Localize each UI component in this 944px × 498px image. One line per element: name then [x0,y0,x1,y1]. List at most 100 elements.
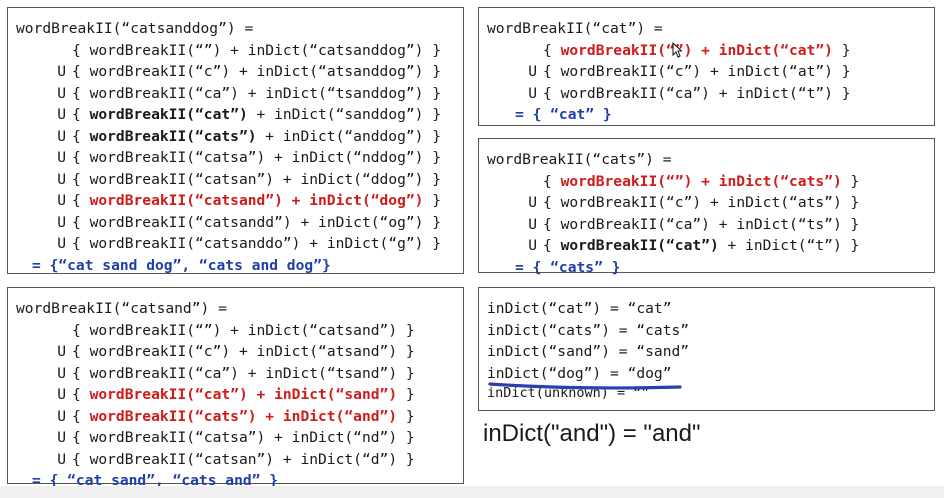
term-line: { wordBreakII(“”) + inDict(“cat”) } [543,41,851,59]
term-line: U{ wordBreakII(“cat”) + inDict(“sanddog”… [16,104,455,126]
result-line: = {“cat sand dog”, “cats and dog”} [32,256,331,274]
term-line: U{ wordBreakII(“catsa”) + inDict(“nd”) } [16,427,455,449]
recursive-call: wordBreakII(“catsa”) [89,149,266,166]
plus-operator: + [701,194,728,211]
dict-lookup: inDict(“cat”) [718,41,833,59]
recursive-call: wordBreakII(“cat”) [89,386,248,403]
result-line: = { “cats” } [515,258,621,276]
mouse-cursor-icon [672,42,682,58]
union-symbol: U [57,149,66,166]
dict-line: inDict(“cats”) = “cats” [487,321,690,339]
recursive-call: wordBreakII(“cat”) [560,237,719,254]
dict-lookup: inDict(“anddog”) [282,127,424,145]
dict-lookup: inDict(“nddog”) [291,149,424,166]
term-line: U{ wordBreakII(“catsand”) + inDict(“dog”… [16,190,455,212]
dict-lookup: inDict(“sand”) [274,386,398,403]
dict-lookup: inDict(“catsanddog”) [247,41,424,59]
union-symbol: U [57,63,66,80]
dict-lookup: inDict(“at”) [727,63,833,80]
plus-operator: + [282,192,310,209]
union-symbol: U [57,213,66,231]
union-symbol: U [528,84,537,102]
dict-lookup: inDict(“d”) [300,450,398,468]
plus-operator: + [265,149,292,166]
dict-lookup: inDict(“dog”) [309,192,424,209]
result-line: = { “cat” } [515,106,612,123]
term-list: { wordBreakII(“”) + inDict(“catsanddog”)… [16,40,455,255]
term-line: U{ wordBreakII(“catsa”) + inDict(“nddog”… [16,147,455,169]
dict-lookup: inDict(“atsand”) [256,343,398,360]
term-line: U{ wordBreakII(“ca”) + inDict(“t”) } [487,83,926,105]
recursive-call: wordBreakII(“ca”) [560,84,710,102]
recursive-call: wordBreakII(“catsanddo”) [89,235,301,252]
term-line: U{ wordBreakII(“c”) + inDict(“at”) } [487,61,926,83]
dict-lookup: inDict(“ats”) [727,194,842,211]
recursive-call: wordBreakII(“cats”) [89,127,257,145]
plus-operator: + [230,63,257,80]
recursive-call: wordBreakII(“catsan”) [89,170,275,188]
dict-lookup: inDict(“tsanddog”) [265,84,424,102]
union-symbol: U [57,170,66,188]
term-line: { wordBreakII(“”) + inDict(“catsanddog”)… [72,41,442,59]
term-line: U{ wordBreakII(“cats”) + inDict(“and”) } [16,406,455,428]
union-symbol: U [57,386,66,403]
annotation-note: inDict("and") = "and" [483,420,701,447]
dict-lookup: inDict(“t”) [736,84,833,102]
plus-operator: + [692,172,719,190]
recursive-call: wordBreakII(“c”) [89,343,231,360]
term-line: U{ wordBreakII(“c”) + inDict(“atsand”) } [16,341,455,363]
plus-operator: + [692,41,719,59]
union-symbol: U [57,235,66,252]
panel-header: wordBreakII(“catsand”) = [16,300,227,317]
union-symbol: U [57,127,66,145]
recursive-call: wordBreakII(“”) [89,41,222,59]
recursive-call: wordBreakII(“cats”) [89,407,257,425]
dict-lookup: inDict(“ts”) [736,215,842,233]
dict-lookup: inDict(“atsanddog”) [256,63,424,80]
dict-lookup: inDict(“og”) [318,213,424,231]
union-symbol: U [528,63,537,80]
union-symbol: U [57,450,66,468]
plus-operator: + [709,84,737,102]
panel-catsand: wordBreakII(“catsand”) = { wordBreakII(“… [7,287,464,489]
recursive-call: wordBreakII(“c”) [89,63,231,80]
panel-cat: wordBreakII(“cat”) = { wordBreakII(“”) +… [478,7,935,126]
term-line: U{ wordBreakII(“cats”) + inDict(“anddog”… [16,126,455,148]
plus-operator: + [274,450,301,468]
union-symbol: U [57,429,66,446]
strike-through-mark [488,382,682,390]
panel-header: wordBreakII(“cat”) = [487,20,663,37]
recursive-call: wordBreakII(“”) [560,172,693,190]
term-line: U{ wordBreakII(“catsan”) + inDict(“ddog”… [16,169,455,191]
plus-operator: + [256,127,283,145]
dict-lookup: inDict(“t”) [745,237,842,254]
plus-operator: + [247,106,275,123]
term-line: U{ wordBreakII(“ca”) + inDict(“tsanddog”… [16,83,455,105]
dict-lookup: inDict(“tsand”) [265,364,398,382]
recursive-call: wordBreakII(“c”) [560,63,702,80]
union-symbol: U [528,237,537,254]
dict-lookup: inDict(“catsand”) [247,321,398,339]
recursive-call: wordBreakII(“ca”) [89,84,239,102]
plus-operator: + [256,407,283,425]
union-symbol: U [57,192,66,209]
plus-operator: + [291,213,319,231]
union-symbol: U [528,215,537,233]
recursive-call: wordBreakII(“c”) [560,194,702,211]
recursive-call: wordBreakII(“catsand”) [89,192,283,209]
term-line: U{ wordBreakII(“ca”) + inDict(“tsand”) } [16,363,455,385]
plus-operator: + [221,41,248,59]
union-symbol: U [57,106,66,123]
dict-line: inDict(“cat”) = “cat” [487,300,672,317]
term-line: U{ wordBreakII(“cat”) + inDict(“sand”) } [16,384,455,406]
plus-operator: + [247,386,275,403]
term-list: { wordBreakII(“”) + inDict(“cat”) } U{ wo… [487,40,926,105]
plus-operator: + [718,237,746,254]
plus-operator: + [221,321,248,339]
term-line: U{ wordBreakII(“ca”) + inDict(“ts”) } [487,214,926,236]
panel-header: wordBreakII(“catsanddog”) = [16,20,254,37]
term-line: U{ wordBreakII(“catsan”) + inDict(“d”) } [16,449,455,471]
dict-lookup: inDict(“nd”) [291,429,398,446]
term-line: { wordBreakII(“”) + inDict(“cats”) } [543,172,860,190]
recursive-call: wordBreakII(“catsandd”) [89,213,292,231]
